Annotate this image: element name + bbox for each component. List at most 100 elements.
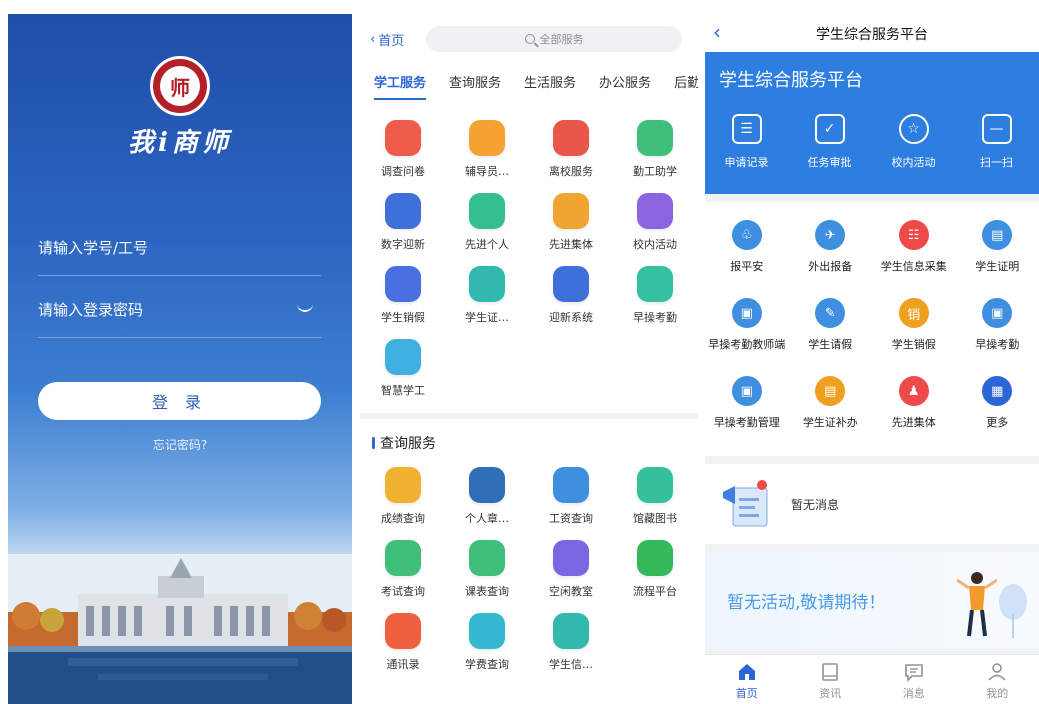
service-item[interactable]: 先进个人 xyxy=(445,189,529,262)
service-item[interactable]: 勤工助学 xyxy=(613,116,697,189)
service-item[interactable]: ♟ 先进集体 xyxy=(872,368,956,446)
service-item[interactable]: ♧ 报平安 xyxy=(705,212,789,290)
service-label: 流程平台 xyxy=(633,585,677,598)
tab-student-work[interactable]: 学工服务 xyxy=(360,68,435,100)
tab-query[interactable]: 查询服务 xyxy=(435,68,510,100)
section-marker xyxy=(372,437,375,449)
quick-application-record[interactable]: ☰ 申请记录 xyxy=(705,114,788,170)
nav-label: 资讯 xyxy=(819,687,842,700)
service-item[interactable]: 流程平台 xyxy=(613,536,697,609)
outing-report-icon: ✈ xyxy=(815,220,846,250)
quick-campus-activity[interactable]: ☆ 校内活动 xyxy=(872,114,955,170)
timetable-icon xyxy=(469,540,505,576)
query-grid: 成绩查询 个人章… 工资查询 馆藏图书考试查询 课表查询 空闲教室 流程平台通讯录 学费查询 学… xyxy=(361,463,697,682)
service-item[interactable]: 课表查询 xyxy=(445,536,529,609)
back-home-button[interactable]: ‹ 首页 xyxy=(370,30,404,49)
service-item[interactable]: 空闲教室 xyxy=(529,536,613,609)
service-item[interactable]: ▤ 学生证明 xyxy=(956,212,1039,290)
bottom-navigation: 首页 资讯 消息 我的 xyxy=(705,654,1039,704)
service-item[interactable]: 早操考勤 xyxy=(613,262,697,335)
nav-profile[interactable]: 我的 xyxy=(956,655,1039,704)
tab-office[interactable]: 办公服务 xyxy=(585,68,660,100)
smart-work-icon xyxy=(385,339,421,375)
more-icon: ▦ xyxy=(982,376,1013,406)
nav-message[interactable]: 消息 xyxy=(872,655,956,704)
service-label: 学费查询 xyxy=(465,658,509,671)
service-item[interactable]: ▣ 早操考勤教师端 xyxy=(705,290,789,368)
nav-news[interactable]: 资讯 xyxy=(789,655,873,704)
welcome-system-icon xyxy=(553,266,589,302)
service-item[interactable]: 考试查询 xyxy=(361,536,445,609)
service-item[interactable]: 学费查询 xyxy=(445,609,529,682)
query-section-title: 查询服务 xyxy=(372,433,436,453)
service-item[interactable]: ✈ 外出报备 xyxy=(789,212,873,290)
quick-scan[interactable]: — 扫一扫 xyxy=(955,114,1038,170)
service-item[interactable]: ▤ 学生证补办 xyxy=(789,368,873,446)
tab-logistics[interactable]: 后勤E xyxy=(660,68,698,100)
service-item[interactable]: ▦ 更多 xyxy=(956,368,1039,446)
quick-label: 任务审批 xyxy=(807,156,852,169)
service-item[interactable]: 成绩查询 xyxy=(361,463,445,536)
service-label: 先进集体 xyxy=(891,416,936,429)
student-info-icon xyxy=(553,613,589,649)
eye-closed-icon[interactable] xyxy=(297,304,313,312)
message-icon xyxy=(904,664,923,682)
service-label: 学生销假 xyxy=(381,311,425,324)
message-card[interactable]: 暂无消息 xyxy=(705,464,1039,544)
service-item[interactable]: 学生证… xyxy=(445,262,529,335)
password-placeholder: 请输入登录密码 xyxy=(38,301,144,319)
service-item[interactable]: 智慧学工 xyxy=(361,335,445,408)
service-label: 报平安 xyxy=(730,260,764,273)
password-input[interactable]: 请输入登录密码 xyxy=(38,282,321,338)
service-label: 数字迎新 xyxy=(381,238,425,251)
service-label: 调查问卷 xyxy=(381,165,425,178)
service-item[interactable]: 辅导员… xyxy=(445,116,529,189)
student-work-section: 调查问卷 辅导员… 离校服务 勤工助学数字迎新 先进个人 先进集体 校内活动学生销假 学生证…… xyxy=(360,110,698,413)
service-item[interactable]: 工资查询 xyxy=(529,463,613,536)
service-item[interactable]: 校内活动 xyxy=(613,189,697,262)
nav-home[interactable]: 首页 xyxy=(705,655,789,704)
tab-life[interactable]: 生活服务 xyxy=(510,68,585,100)
service-item[interactable]: ▣ 早操考勤管理 xyxy=(705,368,789,446)
library-icon xyxy=(637,467,673,503)
service-item[interactable]: ✎ 学生请假 xyxy=(789,290,873,368)
service-label: 空闲教室 xyxy=(549,585,593,598)
username-placeholder: 请输入学号/工号 xyxy=(38,239,149,257)
service-label: 馆藏图书 xyxy=(633,512,677,525)
service-item[interactable]: ▣ 早操考勤 xyxy=(956,290,1039,368)
logo-inner: 师 xyxy=(160,66,200,106)
service-search-input[interactable]: 全部服务 xyxy=(426,26,682,52)
service-item[interactable]: 馆藏图书 xyxy=(613,463,697,536)
username-input[interactable]: 请输入学号/工号 xyxy=(38,220,321,276)
service-item[interactable]: 销学生销假 xyxy=(872,290,956,368)
nav-label: 我的 xyxy=(986,687,1009,700)
service-item[interactable]: 先进集体 xyxy=(529,189,613,262)
service-item[interactable]: 离校服务 xyxy=(529,116,613,189)
leave-school-icon xyxy=(553,120,589,156)
service-item[interactable]: 调查问卷 xyxy=(361,116,445,189)
service-item[interactable]: 学生信… xyxy=(529,609,613,682)
forgot-password-link[interactable]: 忘记密码? xyxy=(8,436,352,453)
scan-icon: — xyxy=(981,114,1012,144)
service-label: 学生证明 xyxy=(975,260,1020,273)
service-label: 成绩查询 xyxy=(381,512,425,525)
service-item[interactable]: ☷ 学生信息采集 xyxy=(872,212,956,290)
quick-task-approve[interactable]: ✓ 任务审批 xyxy=(788,114,871,170)
service-item[interactable]: 学生销假 xyxy=(361,262,445,335)
service-label: 个人章… xyxy=(465,512,509,525)
service-item[interactable]: 迎新系统 xyxy=(529,262,613,335)
query-section-label: 查询服务 xyxy=(380,436,436,452)
service-item[interactable]: 数字迎新 xyxy=(361,189,445,262)
login-button[interactable]: 登 录 xyxy=(38,382,321,420)
service-label: 校内活动 xyxy=(633,238,677,251)
service-item[interactable]: 通讯录 xyxy=(361,609,445,682)
service-item[interactable]: 个人章… xyxy=(445,463,529,536)
service-label: 更多 xyxy=(986,416,1009,429)
leave-cancel-icon: 销 xyxy=(898,298,929,328)
service-label: 工资查询 xyxy=(549,512,593,525)
service-label: 外出报备 xyxy=(808,260,853,273)
attendance-manage-icon: ▣ xyxy=(731,376,762,406)
query-section: 查询服务 成绩查询 个人章… 工资查询 馆藏图书考试查询 课表查询 空闲教室 流程平台通讯录… xyxy=(360,419,698,704)
service-label: 通讯录 xyxy=(386,658,420,671)
service-label: 辅导员… xyxy=(465,165,509,178)
